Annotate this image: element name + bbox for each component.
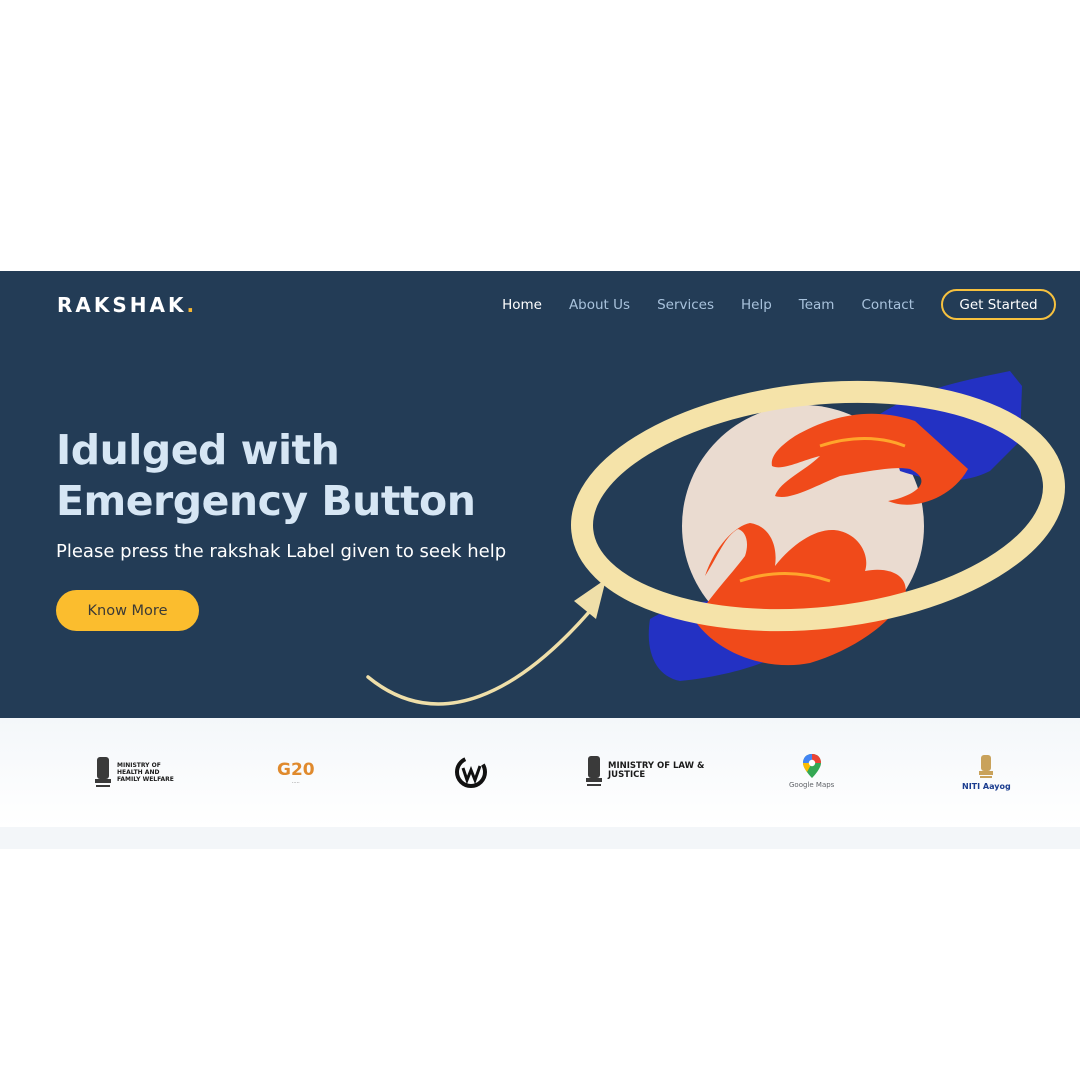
main-nav: Home About Us Services Help Team Contact… — [502, 289, 1056, 320]
hero-section: RAKSHAK. Home About Us Services Help Tea… — [0, 271, 1080, 718]
partner-g20[interactable]: G20 ····· — [277, 760, 315, 786]
nav-contact[interactable]: Contact — [861, 297, 914, 313]
health-line-2: HEALTH AND — [117, 768, 160, 776]
partner-circle-logo[interactable] — [453, 754, 489, 790]
google-maps-label: Google Maps — [789, 781, 835, 789]
partner-niti-aayog[interactable]: NITI Aayog — [962, 753, 1011, 791]
brand-name: RAKSHAK — [57, 293, 187, 317]
partner-google-maps[interactable]: Google Maps — [789, 753, 834, 789]
get-started-button[interactable]: Get Started — [941, 289, 1056, 320]
partner-law-ministry[interactable]: MINISTRY OF LAW & JUSTICE — [584, 754, 704, 788]
arrow-head-icon — [574, 579, 606, 619]
brand-logo[interactable]: RAKSHAK. — [57, 293, 194, 317]
headline-line-1: Idulged with — [56, 426, 340, 474]
map-pin-icon — [802, 754, 821, 778]
national-emblem-icon — [586, 756, 602, 786]
g20-logo-text: G20 — [277, 760, 315, 780]
helping-hands-illustration — [366, 371, 1065, 706]
nav-help[interactable]: Help — [741, 297, 772, 313]
health-line-3: FAMILY WELFARE — [117, 775, 174, 783]
nav-home[interactable]: Home — [502, 297, 542, 313]
nav-about-us[interactable]: About Us — [569, 297, 630, 313]
national-emblem-icon — [95, 757, 111, 787]
g20-tagline-mark: ····· — [291, 780, 300, 786]
health-line-1: MINISTRY OF — [117, 761, 161, 769]
curved-arrow-icon — [366, 609, 592, 706]
law-line-2: JUSTICE — [608, 770, 646, 780]
law-ministry-text: MINISTRY OF LAW & JUSTICE — [608, 762, 704, 780]
nav-team[interactable]: Team — [799, 297, 835, 313]
national-emblem-icon — [979, 755, 994, 778]
partners-section: MINISTRY OF HEALTH AND FAMILY WELFARE G2… — [0, 718, 1080, 827]
partner-emblem-icon — [455, 756, 487, 788]
partner-health-ministry[interactable]: MINISTRY OF HEALTH AND FAMILY WELFARE — [93, 755, 174, 789]
know-more-button[interactable]: Know More — [56, 590, 199, 631]
footer-strip — [0, 827, 1080, 849]
health-ministry-text: MINISTRY OF HEALTH AND FAMILY WELFARE — [117, 762, 174, 783]
brand-dot: . — [186, 293, 195, 317]
nav-services[interactable]: Services — [657, 297, 714, 313]
niti-aayog-label: NITI Aayog — [962, 782, 1011, 791]
